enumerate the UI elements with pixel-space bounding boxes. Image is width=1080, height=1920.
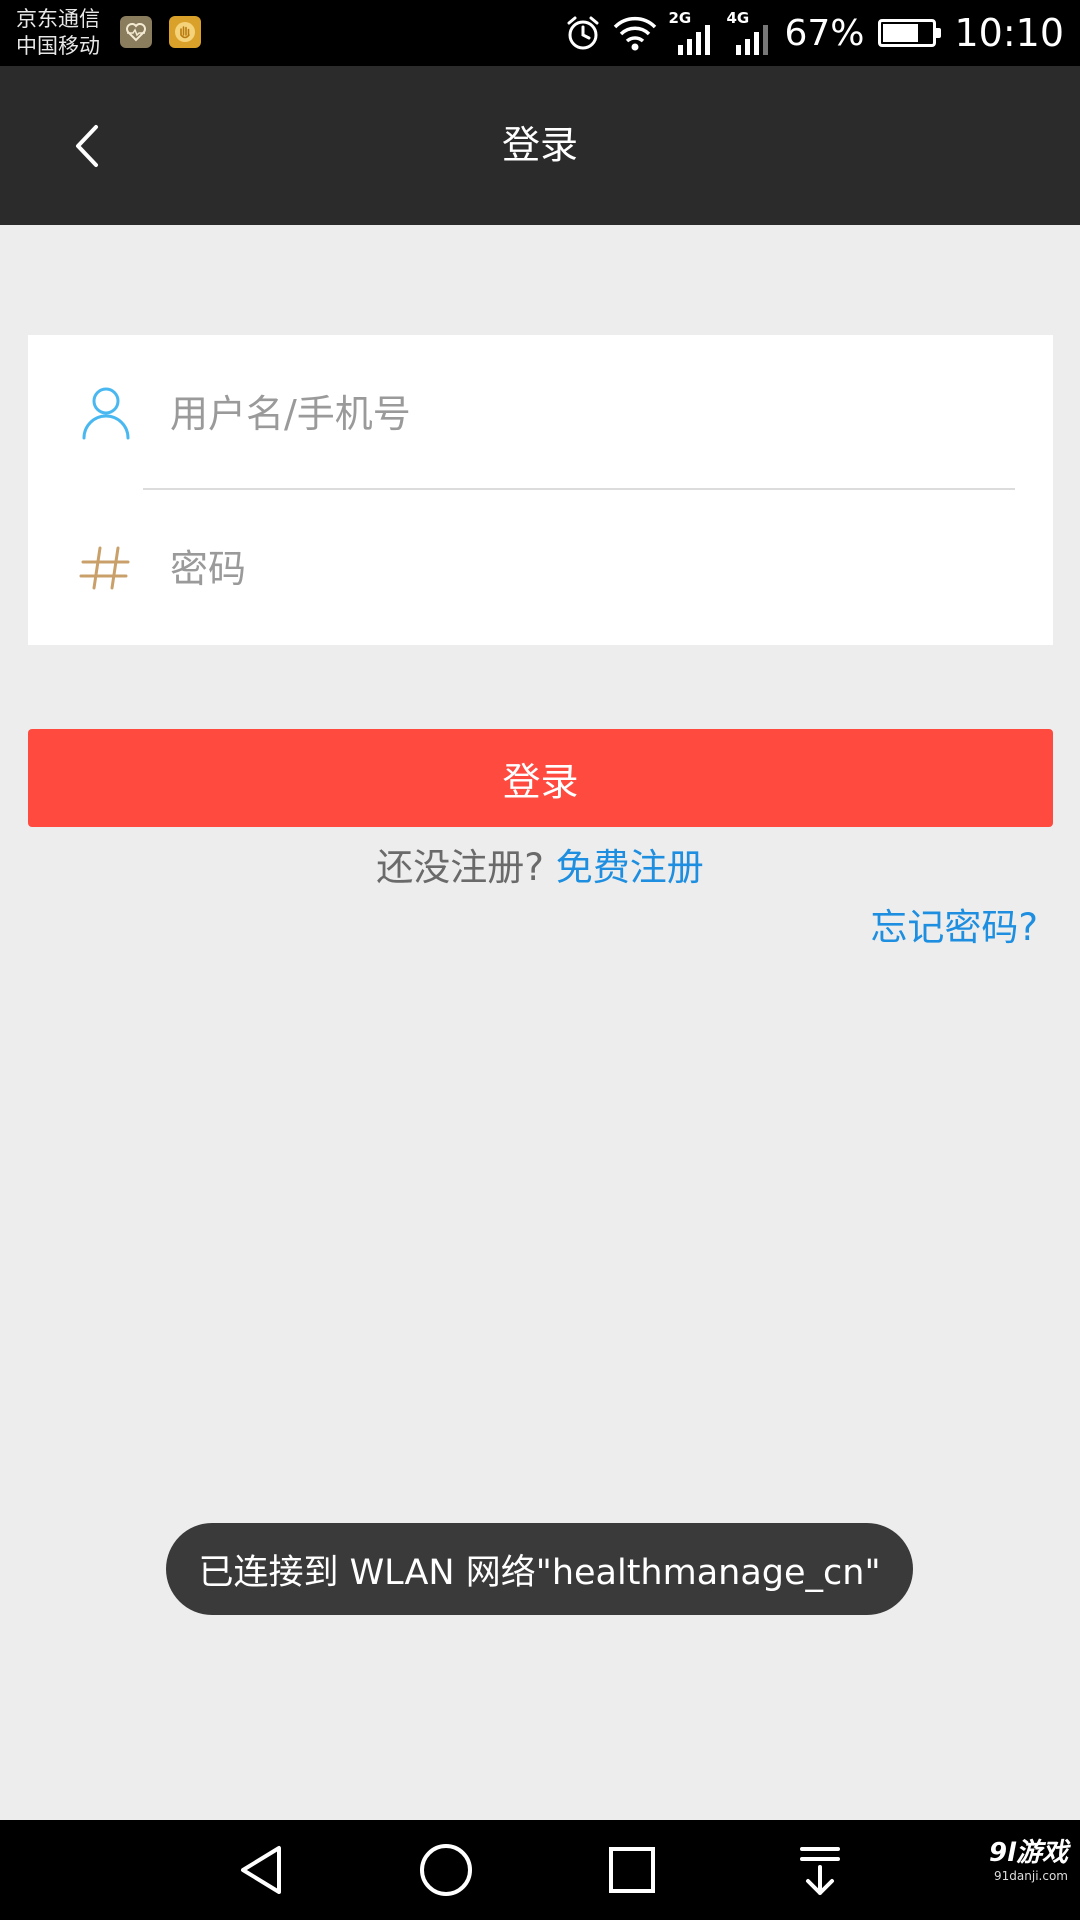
status-clock: 10:10 xyxy=(954,11,1064,55)
watermark-sub: 91danji.com xyxy=(994,1869,1068,1883)
login-button[interactable]: 登录 xyxy=(28,729,1053,827)
toast-message: 已连接到 WLAN 网络"healthmanage_cn" xyxy=(198,1552,881,1593)
signal-2g-icon: 2G xyxy=(668,9,716,55)
status-right: 2G 4G 67% 10:10 xyxy=(564,0,1064,66)
recent-square-icon xyxy=(609,1847,655,1893)
username-row xyxy=(28,335,1053,490)
carrier-labels: 京东通信 中国移动 xyxy=(16,6,100,60)
watermark-main: 9l游戏 xyxy=(988,1838,1068,1868)
signal-4g-icon: 4G xyxy=(726,9,774,55)
register-line: 还没注册? 免费注册 xyxy=(0,840,1080,896)
wlan-toast: 已连接到 WLAN 网络"healthmanage_cn" xyxy=(166,1523,913,1615)
register-link[interactable]: 免费注册 xyxy=(556,846,704,889)
nav-home-button[interactable] xyxy=(416,1840,476,1900)
login-form xyxy=(28,335,1053,645)
watermark: 9l游戏 91danji.com xyxy=(989,1838,1068,1884)
health-app-icon xyxy=(120,16,152,48)
nav-pulldown-button[interactable] xyxy=(790,1840,850,1900)
home-circle-icon xyxy=(420,1844,472,1896)
hand-app-icon xyxy=(169,16,201,48)
alarm-icon xyxy=(567,16,599,50)
back-triangle-icon xyxy=(241,1846,281,1894)
register-prompt: 还没注册? xyxy=(376,846,544,889)
nav-back-button[interactable] xyxy=(230,1840,290,1900)
battery-percent: 67% xyxy=(784,12,865,54)
hash-icon xyxy=(79,546,130,590)
carrier-label-1: 京东通信 xyxy=(16,7,100,31)
username-input[interactable] xyxy=(170,375,1020,453)
user-icon xyxy=(82,387,130,440)
pulldown-arrow-icon xyxy=(800,1847,840,1895)
nav-recent-button[interactable] xyxy=(602,1840,662,1900)
password-row xyxy=(28,490,1053,645)
forgot-password-link[interactable]: 忘记密码? xyxy=(870,900,1038,956)
carrier-label-2: 中国移动 xyxy=(16,34,100,58)
wifi-icon xyxy=(614,16,657,51)
battery-icon xyxy=(878,19,942,47)
status-bar: 京东通信 中国移动 2G 4G 67% 10:10 xyxy=(0,0,1080,66)
nav-bar: 9l游戏 91danji.com xyxy=(0,1820,1080,1920)
password-input[interactable] xyxy=(170,530,1020,608)
app-bar: 登录 xyxy=(0,66,1080,225)
page-title: 登录 xyxy=(501,123,578,167)
battery-fill xyxy=(883,24,919,42)
